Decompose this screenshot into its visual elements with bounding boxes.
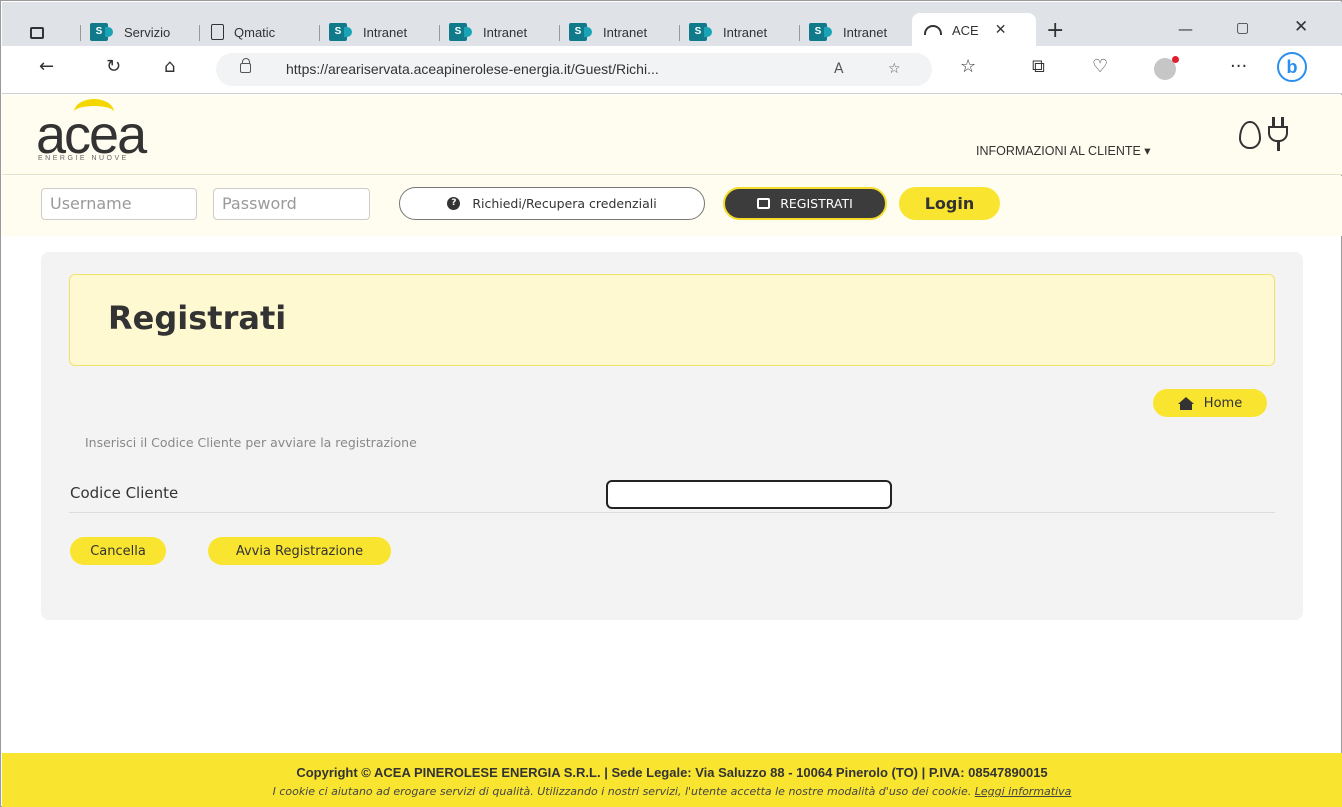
home-icon	[1177, 396, 1194, 410]
edit-icon	[757, 198, 771, 209]
favorites-icon[interactable]: ☆	[960, 56, 976, 77]
sharepoint-icon: S	[569, 23, 592, 41]
sharepoint-icon: S	[689, 23, 712, 41]
bing-icon[interactable]: b	[1277, 52, 1307, 82]
start-registration-button[interactable]: Avvia Registrazione	[208, 537, 391, 565]
register-button[interactable]: REGISTRATI	[723, 187, 887, 220]
tab-intranet-3[interactable]: S Intranet	[559, 18, 671, 46]
password-input[interactable]: Password	[213, 188, 370, 220]
plug-prong	[1281, 117, 1284, 126]
login-button[interactable]: Login	[899, 187, 1000, 220]
address-toolbar: ← ↻ ⌂ https://areariservata.aceapinerole…	[2, 46, 1342, 94]
recover-credentials-label: Richiedi/Recupera credenziali	[472, 196, 657, 211]
recover-credentials-button[interactable]: ? Richiedi/Recupera credenziali	[399, 187, 705, 220]
tab-intranet-1[interactable]: S Intranet	[319, 18, 431, 46]
new-tab-icon[interactable]: +	[1046, 18, 1064, 43]
login-bar: Username Password ? Richiedi/Recupera cr…	[2, 176, 1342, 236]
tab-label: Intranet	[363, 24, 408, 40]
tab-label: Servizio	[124, 24, 171, 40]
tab-servizio[interactable]: S Servizio	[80, 18, 193, 46]
back-icon[interactable]: ←	[39, 56, 54, 77]
sharepoint-icon: S	[90, 23, 113, 41]
footer-copyright: Copyright © ACEA PINEROLESE ENERGIA S.R.…	[296, 765, 1048, 780]
register-label: REGISTRATI	[780, 196, 853, 211]
close-tab-icon[interactable]: ✕	[995, 22, 1007, 38]
cookie-policy-link[interactable]: Leggi informativa	[975, 785, 1072, 798]
sharepoint-icon: S	[329, 23, 352, 41]
title-box: Registrati	[69, 274, 1275, 366]
tab-separator	[679, 25, 680, 41]
tab-intranet-2[interactable]: S Intranet	[439, 18, 551, 46]
site-header: acea ENERGIE NUOVE INFORMAZIONI AL CLIEN…	[2, 95, 1342, 175]
page-title: Registrati	[108, 299, 287, 337]
electricity-plug-icon[interactable]	[1267, 117, 1289, 151]
lock-icon[interactable]	[240, 58, 251, 73]
footer-cookie-notice: I cookie ci aiutano ad erogare servizi d…	[2, 785, 1342, 798]
codice-cliente-label: Codice Cliente	[70, 484, 179, 502]
read-aloud-icon[interactable]: A	[834, 61, 844, 77]
tab-qmatic[interactable]: Qmatic	[199, 18, 311, 46]
footer: Copyright © ACEA PINEROLESE ENERGIA S.R.…	[2, 753, 1342, 807]
username-input[interactable]: Username	[41, 188, 197, 220]
field-divider	[69, 512, 1275, 513]
logo-subtitle: ENERGIE NUOVE	[38, 155, 129, 162]
url-text[interactable]: https://areariservata.aceapinerolese-ene…	[286, 61, 659, 77]
tab-label: Intranet	[723, 24, 768, 40]
sharepoint-icon: S	[449, 23, 472, 41]
acea-logo[interactable]: acea ENERGIE NUOVE	[36, 99, 176, 171]
question-circle-icon: ?	[447, 197, 461, 210]
minimize-icon[interactable]: —	[1178, 20, 1193, 38]
tab-separator	[319, 25, 320, 41]
home-button[interactable]: Home	[1153, 389, 1267, 417]
favorite-star-icon[interactable]: ☆	[888, 61, 901, 77]
tab-intranet-4[interactable]: S Intranet	[679, 18, 791, 46]
tab-acea-active[interactable]: ACE ✕	[912, 13, 1036, 47]
tab-separator	[799, 25, 800, 41]
tab-label: Intranet	[843, 24, 888, 40]
intro-text: Inserisci il Codice Cliente per avviare …	[85, 435, 417, 450]
plug-body	[1268, 126, 1288, 142]
refresh-icon[interactable]: ↻	[106, 56, 121, 77]
plug-cord	[1277, 141, 1280, 151]
address-bar[interactable]: https://areariservata.aceapinerolese-ene…	[216, 53, 932, 86]
plug-prong	[1272, 117, 1275, 126]
home-label: Home	[1203, 395, 1243, 411]
gas-flame-icon[interactable]	[1239, 121, 1261, 149]
cancel-button[interactable]: Cancella	[70, 537, 166, 565]
more-menu-icon[interactable]: ···	[1230, 56, 1247, 77]
cookie-text: I cookie ci aiutano ad erogare servizi d…	[272, 785, 975, 798]
tab-strip: S Servizio Qmatic S Intranet S Intranet …	[2, 2, 1342, 47]
tab-label: Qmatic	[234, 24, 276, 40]
browser-window: S Servizio Qmatic S Intranet S Intranet …	[0, 0, 1342, 807]
tab-separator	[80, 25, 81, 41]
tab-label: Intranet	[603, 24, 648, 40]
home-browser-icon[interactable]: ⌂	[164, 56, 175, 77]
tab-separator	[439, 25, 440, 41]
maximize-icon[interactable]: ▢	[1236, 20, 1249, 36]
tab-intranet-5[interactable]: S Intranet	[799, 18, 909, 46]
tab-label: Intranet	[483, 24, 528, 40]
acea-icon	[924, 25, 942, 35]
tab-label: ACE	[952, 22, 979, 38]
registration-panel: Registrati Home Inserisci il Codice Clie…	[41, 252, 1303, 620]
codice-cliente-input[interactable]	[606, 480, 892, 509]
collections-icon[interactable]: ⧉	[1032, 56, 1045, 77]
tab-actions-icon[interactable]	[30, 27, 44, 39]
sharepoint-icon: S	[809, 23, 832, 41]
tab-separator	[559, 25, 560, 41]
close-window-icon[interactable]: ✕	[1294, 17, 1308, 37]
browser-essentials-icon[interactable]: ♡	[1092, 56, 1108, 77]
document-icon	[211, 24, 224, 40]
tab-separator	[199, 25, 200, 41]
menu-informazioni-cliente[interactable]: INFORMAZIONI AL CLIENTE ▾	[976, 143, 1151, 158]
notification-dot	[1172, 56, 1179, 63]
